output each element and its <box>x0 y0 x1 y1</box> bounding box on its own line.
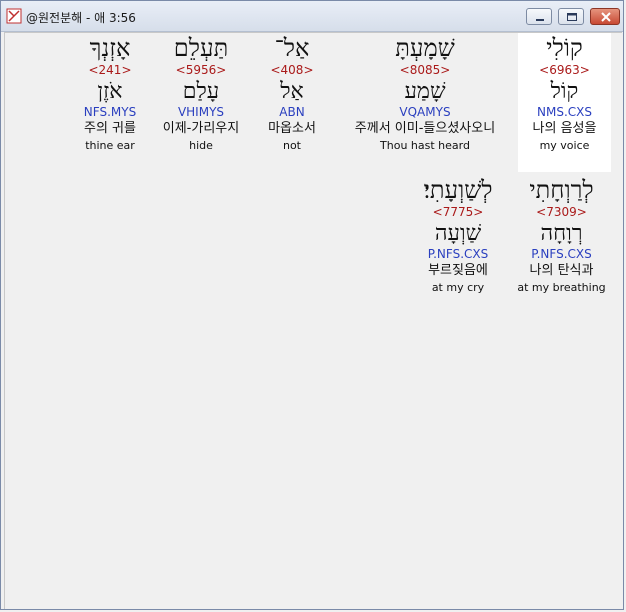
korean-gloss: 주의 귀를 <box>84 121 136 136</box>
strong-number[interactable]: <6963> <box>518 63 611 77</box>
lemma-word: אַל <box>280 79 304 104</box>
english-gloss: hide <box>189 139 213 152</box>
korean-gloss: 마옵소서 <box>268 121 316 136</box>
hebrew-word: שָׁמָעְתָּ <box>395 34 455 62</box>
close-button[interactable] <box>590 8 620 25</box>
word-item[interactable]: תַּעְלֵם <5956> עָלַם VHIMYS 이제-가리우지 hid… <box>151 33 251 172</box>
strong-number[interactable]: <8085> <box>335 63 515 77</box>
hebrew-word: לְרַוְחָתִי <box>529 176 594 204</box>
korean-gloss: 이제-가리우지 <box>162 121 240 136</box>
strong-number[interactable]: <408> <box>253 63 331 77</box>
english-gloss: thine ear <box>85 139 135 152</box>
hebrew-word: אַל־ <box>274 34 310 62</box>
morphology-code: NFS.MYS <box>83 105 137 119</box>
lemma-word: עָלַם <box>182 79 220 104</box>
english-gloss: my voice <box>539 139 590 152</box>
lemma-word: שָׁמַע <box>404 79 446 104</box>
hebrew-word: תַּעְלֵם <box>173 34 229 62</box>
minimize-button[interactable] <box>526 8 552 25</box>
hebrew-word: לְשַׁוְעָתִי׃ <box>423 176 493 204</box>
korean-gloss: 부르짖음에 <box>428 263 488 278</box>
morphology-code: P.NFS.CXS <box>531 247 592 261</box>
close-icon <box>601 12 611 22</box>
english-gloss: not <box>282 139 301 152</box>
word-item[interactable]: קוֹלִי <6963> קוֹל NMS.CXS 나의 음성을 my voi… <box>518 33 611 172</box>
strong-number[interactable]: <5956> <box>151 63 251 77</box>
word-item[interactable]: לְשַׁוְעָתִי׃ <7775> שַׁוְעָה P.NFS.CXS … <box>410 175 506 314</box>
maximize-icon <box>567 13 577 21</box>
app-icon[interactable] <box>6 8 22 24</box>
minimize-icon <box>536 19 544 21</box>
morphology-code: NMS.CXS <box>537 105 592 119</box>
window-title: @원전분해 - 애 3:56 <box>26 11 136 25</box>
morphology-code: VQAMYS <box>399 105 451 119</box>
lemma-word: רְוָחָה <box>540 221 583 246</box>
lemma-word: קוֹל <box>550 79 579 104</box>
word-item[interactable]: שָׁמָעְתָּ <8085> שָׁמַע VQAMYS 주께서 이미-들… <box>335 33 515 172</box>
morphology-code: ABN <box>279 105 305 119</box>
strong-number[interactable]: <7309> <box>510 205 613 219</box>
title-bar[interactable]: @원전분해 - 애 3:56 <box>1 1 623 32</box>
korean-gloss: 나의 탄식과 <box>529 263 594 278</box>
morphology-code: VHIMYS <box>177 105 225 119</box>
lemma-word: שַׁוְעָה <box>434 221 482 246</box>
hebrew-word: קוֹלִי <box>546 34 583 62</box>
korean-gloss: 나의 음성을 <box>532 121 597 136</box>
strong-number[interactable]: <7775> <box>410 205 506 219</box>
word-item[interactable]: אַל־ <408> אַל ABN 마옵소서 not <box>253 33 331 172</box>
word-item[interactable]: לְרַוְחָתִי <7309> רְוָחָה P.NFS.CXS 나의 … <box>510 175 613 314</box>
korean-gloss: 주께서 이미-들으셨사오니 <box>354 121 496 136</box>
word-item[interactable]: אָזְנְךָ <241> אֹזֶן NFS.MYS 주의 귀를 thine… <box>73 33 147 172</box>
strong-number[interactable]: <241> <box>73 63 147 77</box>
maximize-button[interactable] <box>558 8 584 25</box>
english-gloss: at my cry <box>431 281 485 294</box>
lemma-word: אֹזֶן <box>97 79 123 104</box>
morphology-code: P.NFS.CXS <box>427 247 489 261</box>
app-window: @원전분해 - 애 3:56 קוֹלִי <6963> קוֹל NMS.CX… <box>0 0 624 610</box>
interlinear-view[interactable]: קוֹלִי <6963> קוֹל NMS.CXS 나의 음성을 my voi… <box>4 32 622 609</box>
hebrew-word: אָזְנְךָ <box>89 34 131 62</box>
english-gloss: Thou hast heard <box>380 139 470 152</box>
english-gloss: at my breathing <box>517 281 606 294</box>
